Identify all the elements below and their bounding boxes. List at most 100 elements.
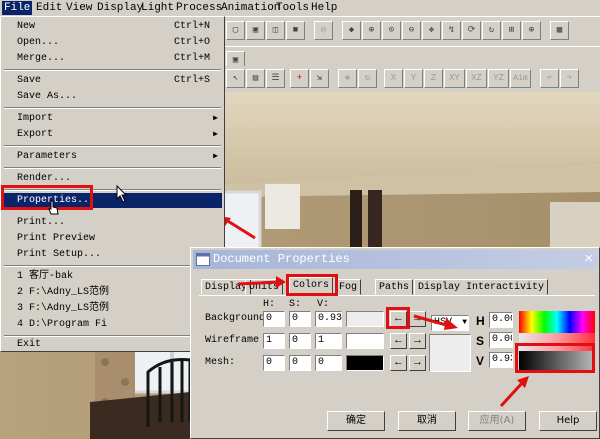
select-arrow-icon[interactable]: ↖: [226, 69, 245, 88]
menu-item-parameters[interactable]: Parameters ▶: [3, 149, 222, 164]
annotation-arrow-value-bar: [499, 376, 529, 408]
menu-edit[interactable]: Edit: [34, 1, 64, 15]
background-v-field[interactable]: 0.93: [315, 311, 342, 327]
menu-item-label: Merge...: [17, 53, 66, 64]
menu-item-save-as[interactable]: Save As...: [3, 89, 222, 104]
menu-item-open[interactable]: Open... Ctrl+O: [3, 35, 222, 50]
fit-icon[interactable]: ⊞: [502, 21, 521, 40]
axis-yz-button[interactable]: YZ: [488, 69, 509, 88]
list-icon[interactable]: ☰: [266, 69, 285, 88]
axis-z-button[interactable]: Z: [424, 69, 443, 88]
menu-item-label: New: [17, 21, 36, 32]
window-icon: [196, 253, 210, 266]
background-color-swatch[interactable]: [346, 311, 384, 327]
mesh-h-field[interactable]: 0: [263, 355, 285, 371]
walk-icon[interactable]: ↯: [442, 21, 461, 40]
mesh-color-swatch[interactable]: [346, 355, 384, 371]
fish-icon[interactable]: ◆: [342, 21, 361, 40]
menu-view[interactable]: View: [64, 1, 94, 15]
menu-process[interactable]: Process: [174, 1, 224, 15]
transform-icon[interactable]: ⇲: [310, 69, 329, 88]
undo-icon[interactable]: ↶: [540, 69, 559, 88]
background-label: Background:: [205, 313, 272, 324]
zoom-fit-icon[interactable]: ⊕: [522, 21, 541, 40]
zoom-in-icon[interactable]: ⊕: [362, 21, 381, 40]
s-value-field[interactable]: 0.00: [489, 332, 513, 348]
zoom-out-icon[interactable]: ⊖: [402, 21, 421, 40]
annotation-arrow-swatch: [413, 314, 458, 330]
tab-fog[interactable]: Fog: [335, 279, 362, 295]
left-arrow-icon[interactable]: ←: [390, 355, 407, 371]
menu-help[interactable]: Help: [309, 1, 339, 15]
cancel-button[interactable]: 取消: [398, 411, 456, 431]
pan-icon[interactable]: ✥: [422, 21, 441, 40]
menu-file[interactable]: File: [2, 1, 33, 15]
axis-xy-button[interactable]: XY: [444, 69, 465, 88]
tab-paths[interactable]: Paths: [375, 279, 414, 295]
wireframe-h-field[interactable]: 1: [263, 333, 285, 349]
menu-separator: [4, 69, 221, 71]
cube-solid-icon[interactable]: ■: [286, 21, 305, 40]
menu-item-label: 2 F:\Adny_LS范例: [17, 287, 110, 298]
view-icon[interactable]: ▦: [550, 21, 569, 40]
axis-y-button[interactable]: Y: [404, 69, 423, 88]
axis-xz-button[interactable]: XZ: [466, 69, 487, 88]
mesh-v-field[interactable]: 0: [315, 355, 342, 371]
axis-x-button[interactable]: X: [384, 69, 403, 88]
rotate-icon[interactable]: ↻: [482, 21, 501, 40]
background-h-field[interactable]: 0: [263, 311, 285, 327]
cube-icon[interactable]: ▢: [226, 21, 245, 40]
v-label: V: [476, 354, 485, 368]
menu-item-import[interactable]: Import ▶: [3, 111, 222, 126]
menu-item-new[interactable]: New Ctrl+N: [3, 19, 222, 34]
background-s-field[interactable]: 0: [289, 311, 311, 327]
right-arrow-icon[interactable]: →: [409, 355, 426, 371]
apply-button[interactable]: 应用(A): [468, 411, 526, 431]
menubar: File Edit View Display Light Process Ani…: [0, 0, 600, 17]
menu-item-render[interactable]: Render...: [3, 171, 222, 186]
help-button[interactable]: Help: [539, 411, 597, 431]
zoom-region-icon[interactable]: ⊙: [382, 21, 401, 40]
hue-spectrum[interactable]: [519, 311, 595, 333]
left-arrow-icon[interactable]: ←: [390, 333, 407, 349]
menu-tools[interactable]: Tools: [274, 1, 311, 15]
wireframe-color-swatch[interactable]: [346, 333, 384, 349]
properties-list-icon[interactable]: ▤: [246, 69, 265, 88]
close-icon[interactable]: ×: [584, 250, 593, 267]
cube-wire-icon[interactable]: ◫: [266, 21, 285, 40]
menu-item-print[interactable]: Print...: [3, 215, 222, 230]
shortcut-text: Ctrl+O: [173, 37, 210, 48]
orbit-icon[interactable]: ⟳: [462, 21, 481, 40]
menu-item-export[interactable]: Export ▶: [3, 127, 222, 142]
move-icon[interactable]: ✥: [338, 69, 357, 88]
move-plus-icon[interactable]: +: [290, 69, 309, 88]
ok-button[interactable]: 确定: [327, 411, 385, 431]
menu-item-merge[interactable]: Merge... Ctrl+M: [3, 51, 222, 66]
right-arrow-icon[interactable]: →: [409, 333, 426, 349]
menu-item-label: Exit: [17, 339, 42, 350]
shortcut-text: Ctrl+M: [173, 53, 210, 64]
redo-icon[interactable]: ↷: [560, 69, 579, 88]
camera-icon[interactable]: ◎: [314, 21, 333, 40]
wireframe-s-field[interactable]: 0: [289, 333, 311, 349]
annotation-box-arrow-button: [386, 307, 410, 329]
submenu-arrow-icon: ▶: [213, 130, 218, 139]
dialog-titlebar[interactable]: Document Properties ×: [193, 250, 597, 269]
h-value-field[interactable]: 0.00: [489, 312, 513, 328]
wireframe-v-field[interactable]: 1: [315, 333, 342, 349]
mesh-label: Mesh:: [205, 357, 236, 368]
header-s: S:: [289, 299, 302, 310]
menu-item-print-preview[interactable]: Print Preview: [3, 231, 222, 246]
v-value-field[interactable]: 0.93: [489, 352, 513, 368]
aim-button[interactable]: Aim: [510, 69, 531, 88]
tab-display-interactivity[interactable]: Display Interactivity: [414, 279, 549, 295]
menu-item-label: Parameters: [17, 151, 78, 162]
mesh-s-field[interactable]: 0: [289, 355, 311, 371]
wireframe-label: Wireframe: [205, 335, 260, 346]
menu-animation[interactable]: Animation: [219, 1, 282, 15]
menu-item-save[interactable]: Save Ctrl+S: [3, 73, 222, 88]
cube-alt-icon[interactable]: ▣: [246, 21, 265, 40]
menu-display[interactable]: Display: [95, 1, 145, 15]
rotate-gray-icon[interactable]: ↻: [358, 69, 377, 88]
menu-light[interactable]: Light: [139, 1, 176, 15]
